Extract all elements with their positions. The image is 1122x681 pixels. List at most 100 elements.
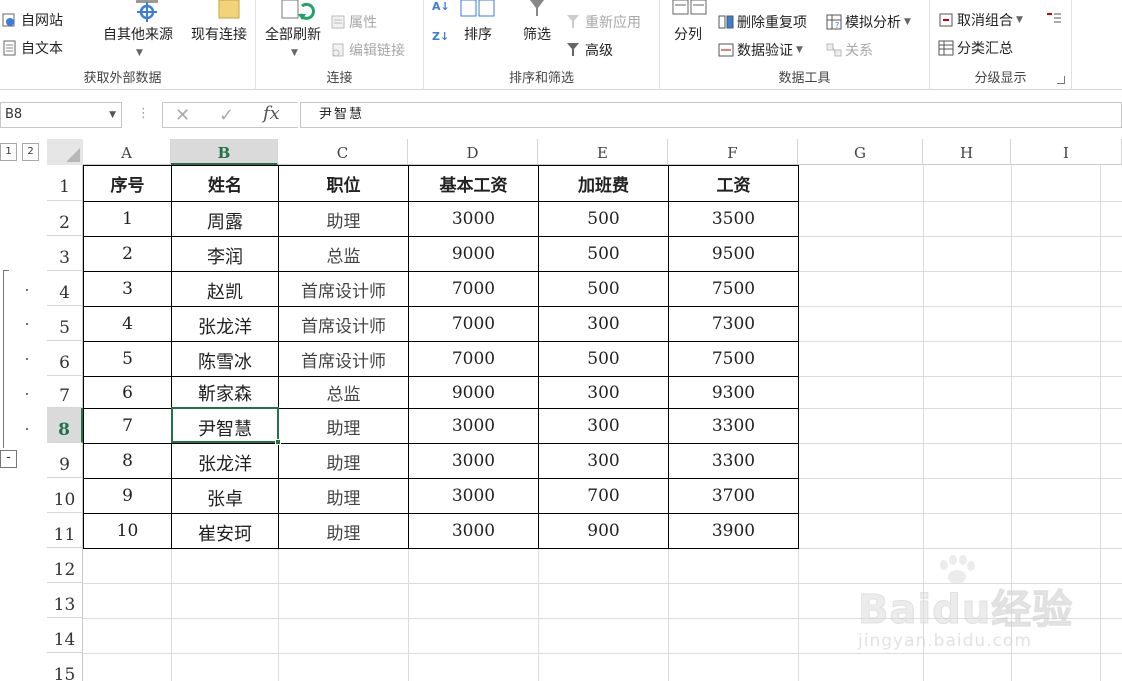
row-header-10[interactable]: 10 xyxy=(47,478,83,513)
cell-salary[interactable]: 3700 xyxy=(668,478,799,514)
row-header-3[interactable]: 3 xyxy=(47,236,83,271)
chevron-down-icon[interactable]: ▼ xyxy=(109,103,116,127)
subtotal-button[interactable]: 分类汇总 xyxy=(938,38,1013,58)
cell-salary[interactable]: 7500 xyxy=(668,341,799,377)
data-validation-button[interactable]: 数据验证 ▼ xyxy=(718,40,803,60)
from-text-button[interactable]: 自文本 xyxy=(2,38,63,58)
cell-salary[interactable]: 3300 xyxy=(668,443,799,479)
outline-dialog-launcher-icon[interactable] xyxy=(1057,76,1065,84)
cell-seq[interactable]: 3 xyxy=(83,271,172,307)
cell-salary[interactable]: 7300 xyxy=(668,306,799,342)
advanced-filter-button[interactable]: 高级 xyxy=(566,40,613,60)
cell-base-salary[interactable]: 3000 xyxy=(408,408,539,444)
select-all-button[interactable] xyxy=(47,139,83,165)
row-header-1[interactable]: 1 xyxy=(47,165,83,201)
cell-seq[interactable]: 1 xyxy=(83,201,172,237)
cell-base-salary[interactable]: 7000 xyxy=(408,306,539,342)
row-header-12[interactable]: 12 xyxy=(47,548,83,583)
column-header-d[interactable]: D xyxy=(408,139,538,165)
filter-button[interactable]: 筛选 xyxy=(516,24,558,44)
from-other-sources-button[interactable]: 自其他来源 ▼ xyxy=(98,24,178,58)
row-header-15[interactable]: 15 xyxy=(47,653,83,681)
cell-overtime[interactable]: 300 xyxy=(538,306,669,342)
cell-salary[interactable]: 7500 xyxy=(668,271,799,307)
outline-collapse-button[interactable]: - xyxy=(0,450,17,468)
cancel-icon[interactable]: ✕ xyxy=(175,105,190,126)
column-header-a[interactable]: A xyxy=(83,139,171,165)
cell-base-salary[interactable]: 3000 xyxy=(408,478,539,514)
relationships-button[interactable]: 关系 xyxy=(826,40,873,60)
cell-seq[interactable]: 8 xyxy=(83,443,172,479)
reapply-button[interactable]: 重新应用 xyxy=(566,12,641,32)
refresh-all-button[interactable]: 全部刷新 ▼ xyxy=(258,24,328,58)
header-cell-base-salary[interactable]: 基本工资 xyxy=(408,165,539,202)
cell-overtime[interactable]: 300 xyxy=(538,376,669,409)
cell-name[interactable]: 张龙洋 xyxy=(171,443,279,479)
cell-salary[interactable]: 3500 xyxy=(668,201,799,237)
what-if-analysis-button[interactable]: ? 模拟分析 ▼ xyxy=(826,12,911,32)
cell-seq[interactable]: 10 xyxy=(83,513,172,549)
cell-base-salary[interactable]: 7000 xyxy=(408,341,539,377)
cell-base-salary[interactable]: 7000 xyxy=(408,271,539,307)
cell-name[interactable]: 靳家森 xyxy=(171,376,279,409)
cell-name[interactable]: 李润 xyxy=(171,236,279,272)
header-cell-seq[interactable]: 序号 xyxy=(83,165,172,202)
cell-name[interactable]: 张龙洋 xyxy=(171,306,279,342)
cell-overtime[interactable]: 300 xyxy=(538,408,669,444)
cell-overtime[interactable]: 500 xyxy=(538,341,669,377)
cell-overtime[interactable]: 700 xyxy=(538,478,669,514)
cell-salary[interactable]: 9300 xyxy=(668,376,799,409)
row-header-4[interactable]: 4 xyxy=(47,271,83,306)
cell-base-salary[interactable]: 3000 xyxy=(408,201,539,237)
cell-base-salary[interactable]: 3000 xyxy=(408,443,539,479)
more-options-icon[interactable]: ⋮ xyxy=(137,106,150,121)
outline-level-2-button[interactable]: 2 xyxy=(22,143,39,161)
column-header-b[interactable]: B xyxy=(171,139,278,165)
cell-overtime[interactable]: 500 xyxy=(538,236,669,272)
cell-name[interactable]: 张卓 xyxy=(171,478,279,514)
sort-az-button[interactable]: A↓ xyxy=(432,0,450,13)
column-header-f[interactable]: F xyxy=(668,139,798,165)
cell-seq[interactable]: 7 xyxy=(83,408,172,444)
name-box[interactable]: B8 ▼ xyxy=(0,102,122,128)
column-header-h[interactable]: H xyxy=(923,139,1011,165)
enter-icon[interactable]: ✓ xyxy=(219,105,234,126)
header-cell-overtime[interactable]: 加班费 xyxy=(538,165,669,202)
row-header-14[interactable]: 14 xyxy=(47,618,83,653)
header-cell-name[interactable]: 姓名 xyxy=(171,165,279,202)
cell-position[interactable]: 总监 xyxy=(278,236,409,272)
cell-name[interactable]: 赵凯 xyxy=(171,271,279,307)
from-web-button[interactable]: 自网站 xyxy=(2,10,63,30)
remove-duplicates-button[interactable]: 删除重复项 xyxy=(718,12,807,32)
sort-za-button[interactable]: Z↓ xyxy=(432,30,449,43)
row-header-5[interactable]: 5 xyxy=(47,306,83,341)
cell-overtime[interactable]: 500 xyxy=(538,201,669,237)
cell-position[interactable]: 助理 xyxy=(278,513,409,549)
row-header-8[interactable]: 8 xyxy=(47,408,83,443)
cell-salary[interactable]: 3900 xyxy=(668,513,799,549)
header-cell-salary[interactable]: 工资 xyxy=(668,165,799,202)
row-header-9[interactable]: 9 xyxy=(47,443,83,478)
text-to-columns-button[interactable]: 分列 xyxy=(668,24,708,44)
cell-name[interactable]: 崔安珂 xyxy=(171,513,279,549)
header-cell-position[interactable]: 职位 xyxy=(278,165,409,202)
cell-position[interactable]: 首席设计师 xyxy=(278,306,409,342)
ungroup-button[interactable]: 取消组合 ▼ xyxy=(938,10,1023,30)
outline-level-1-button[interactable]: 1 xyxy=(0,143,17,161)
cell-seq[interactable]: 6 xyxy=(83,376,172,409)
row-header-2[interactable]: 2 xyxy=(47,201,83,236)
cell-name[interactable]: 周露 xyxy=(171,201,279,237)
existing-connections-button[interactable]: 现有连接 xyxy=(186,24,252,44)
cell-name[interactable]: 陈雪冰 xyxy=(171,341,279,377)
cell-salary[interactable]: 9500 xyxy=(668,236,799,272)
row-header-6[interactable]: 6 xyxy=(47,341,83,376)
cell-position[interactable]: 首席设计师 xyxy=(278,341,409,377)
column-header-i[interactable]: I xyxy=(1011,139,1122,165)
cell-seq[interactable]: 9 xyxy=(83,478,172,514)
formula-input[interactable]: 尹智慧 xyxy=(300,102,1122,128)
row-header-13[interactable]: 13 xyxy=(47,583,83,618)
cell-name[interactable]: 尹智慧 xyxy=(171,408,279,444)
edit-links-button[interactable]: 编辑链接 xyxy=(330,40,405,60)
cell-overtime[interactable]: 900 xyxy=(538,513,669,549)
column-header-e[interactable]: E xyxy=(538,139,668,165)
